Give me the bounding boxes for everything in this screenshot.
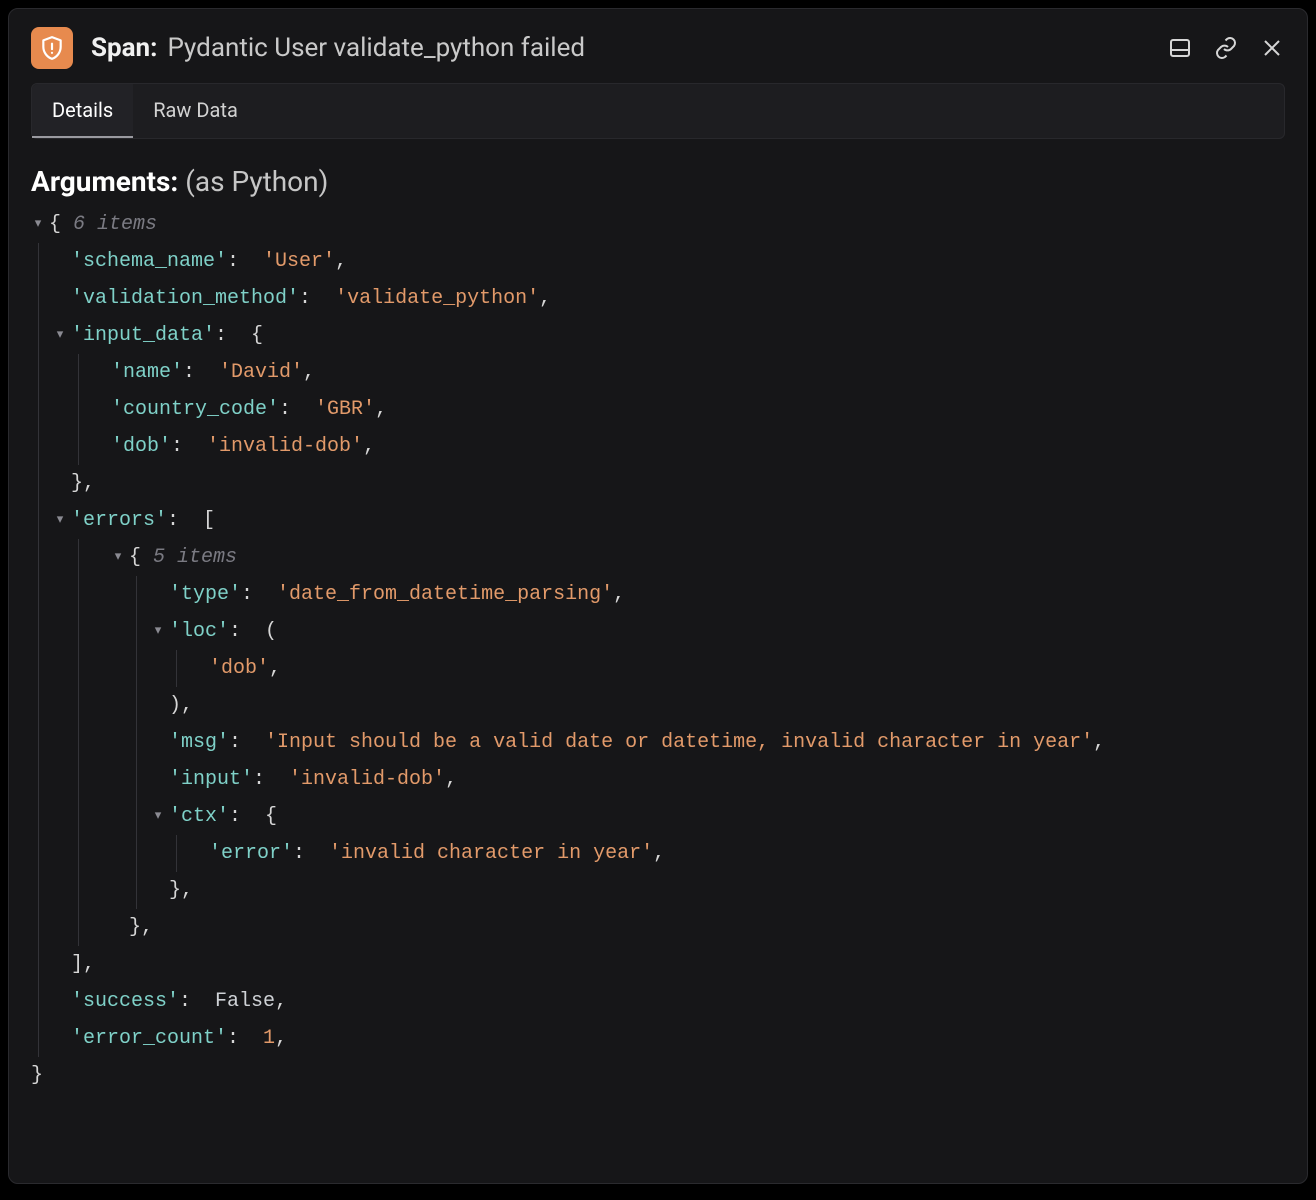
error-item-count: 5 items bbox=[153, 539, 237, 576]
span-detail-panel: Span: Pydantic User validate_python fail… bbox=[8, 8, 1308, 1184]
header-actions bbox=[1167, 35, 1285, 61]
item-count: 6 items bbox=[73, 206, 157, 243]
kv-errors-key: 'errors' bbox=[71, 502, 167, 539]
chevron-down-icon[interactable]: ▾ bbox=[151, 619, 165, 643]
tab-raw-data[interactable]: Raw Data bbox=[133, 84, 258, 138]
kv-input: 'input': 'invalid-dob', bbox=[169, 761, 1285, 798]
chevron-down-icon[interactable]: ▾ bbox=[31, 212, 45, 236]
chevron-down-icon[interactable]: ▾ bbox=[53, 323, 67, 347]
kv-name: 'name': 'David', bbox=[111, 354, 1285, 391]
layout-split-icon[interactable] bbox=[1167, 35, 1193, 61]
kv-type: 'type': 'date_from_datetime_parsing', bbox=[169, 576, 1285, 613]
close-icon[interactable] bbox=[1259, 35, 1285, 61]
tabs: Details Raw Data bbox=[31, 83, 1285, 139]
kv-dob: 'dob': 'invalid-dob', bbox=[111, 428, 1285, 465]
kv-country-code: 'country_code': 'GBR', bbox=[111, 391, 1285, 428]
kv-loc-key: 'loc' bbox=[169, 613, 229, 650]
panel-header: Span: Pydantic User validate_python fail… bbox=[9, 9, 1307, 83]
chevron-down-icon[interactable]: ▾ bbox=[151, 804, 165, 828]
title-value: Pydantic User validate_python failed bbox=[167, 33, 585, 63]
content-area: Arguments: (as Python) ▾ { 6 items 'sche… bbox=[9, 147, 1307, 1183]
kv-error-count: 'error_count': 1, bbox=[71, 1020, 1285, 1057]
loc-item: 'dob', bbox=[209, 650, 1285, 687]
kv-input-data-key: 'input_data' bbox=[71, 317, 215, 354]
chevron-down-icon[interactable]: ▾ bbox=[53, 508, 67, 532]
kv-ctx-error: 'error': 'invalid character in year', bbox=[209, 835, 1285, 872]
tab-details[interactable]: Details bbox=[32, 84, 133, 138]
close-brace: } bbox=[31, 1057, 43, 1094]
chevron-down-icon[interactable]: ▾ bbox=[111, 545, 125, 569]
section-heading: Arguments: (as Python) bbox=[31, 165, 1285, 198]
kv-ctx-key: 'ctx' bbox=[169, 798, 229, 835]
heading-suffix: (as Python) bbox=[185, 165, 328, 198]
arguments-tree: ▾ { 6 items 'schema_name': 'User', 'vali… bbox=[31, 206, 1285, 1094]
kv-validation-method: 'validation_method': 'validate_python', bbox=[71, 280, 1285, 317]
open-brace: { bbox=[49, 206, 73, 243]
link-icon[interactable] bbox=[1213, 35, 1239, 61]
panel-title: Span: Pydantic User validate_python fail… bbox=[91, 33, 1167, 63]
kv-msg: 'msg': 'Input should be a valid date or … bbox=[169, 724, 1285, 761]
heading-label: Arguments: bbox=[31, 165, 178, 198]
kv-success: 'success': False, bbox=[71, 983, 1285, 1020]
title-label: Span: bbox=[91, 33, 157, 63]
shield-warning-icon bbox=[31, 27, 73, 69]
kv-schema-name: 'schema_name': 'User', bbox=[71, 243, 1285, 280]
